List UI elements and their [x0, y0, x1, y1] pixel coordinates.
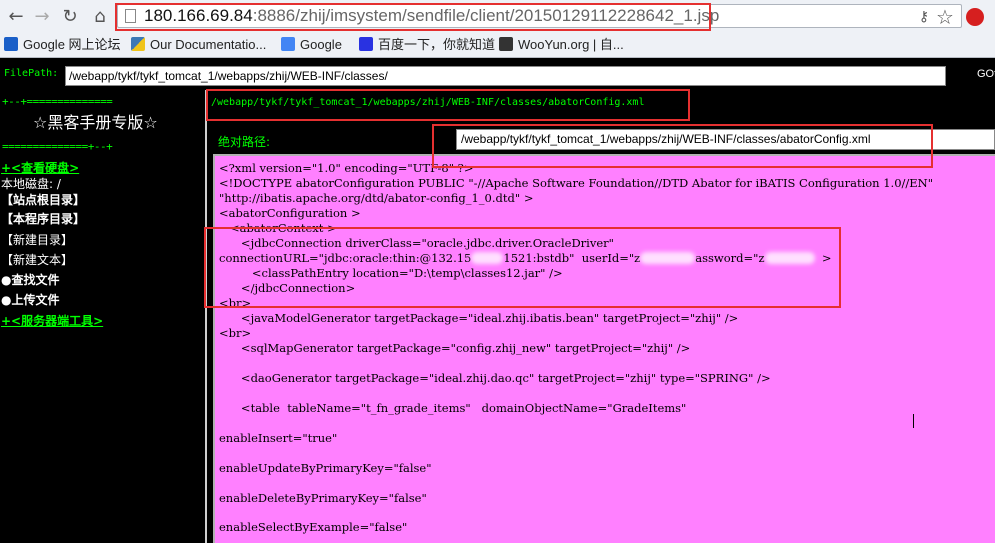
sidebar-item-view-disk[interactable]: +<查看硬盘>	[1, 159, 79, 176]
code-line: enableDeleteByPrimaryKey="false"	[219, 491, 427, 505]
reload-icon[interactable]: ↻	[58, 5, 82, 29]
code-line: <javaModelGenerator targetPackage="ideal…	[219, 311, 739, 325]
bookmark-star-icon[interactable]: ☆	[933, 5, 957, 29]
home-icon[interactable]: ⌂	[88, 5, 112, 29]
code-line: <abatorConfiguration >	[219, 206, 361, 220]
annotation-box-url	[115, 3, 711, 31]
sidebar-separator-top: +--+==============	[2, 95, 113, 108]
code-line: <daoGenerator targetPackage="ideal.zhij.…	[219, 371, 771, 385]
code-line: enableInsert="true"	[219, 431, 338, 445]
bookmark-baidu[interactable]: 百度一下，你就知道	[359, 36, 495, 54]
annotation-box-credentials	[204, 227, 841, 308]
python-icon	[131, 37, 145, 51]
code-line: <table tableName="t_fn_grade_items" doma…	[219, 401, 687, 415]
bookmark-wooyun[interactable]: WooYun.org | 自...	[499, 36, 624, 54]
google-groups-icon	[4, 37, 18, 51]
code-line: enableUpdateByPrimaryKey="false"	[219, 461, 432, 475]
code-line: <sqlMapGenerator targetPackage="config.z…	[219, 341, 691, 355]
code-line: <!DOCTYPE abatorConfiguration PUBLIC "-/…	[219, 176, 934, 190]
annotation-box-absolute-path	[432, 124, 933, 168]
forward-icon[interactable]: →	[30, 5, 54, 29]
divider	[205, 90, 207, 543]
code-line: enableSelectByExample="false"	[219, 520, 408, 534]
sidebar-item-find-file[interactable]: ●查找文件	[1, 271, 59, 288]
stop-extension-icon[interactable]	[963, 5, 987, 29]
baidu-paw-icon	[359, 37, 373, 51]
sidebar-separator-bottom: ==============+--+	[2, 140, 113, 153]
sidebar-item-local-disk: 本地磁盘: /	[1, 177, 61, 191]
sidebar-item-program-dir[interactable]: 【本程序目录】	[1, 210, 85, 227]
absolute-path-label: 绝对路径:	[218, 135, 271, 149]
sidebar-item-new-dir[interactable]: 【新建目录】	[1, 231, 73, 248]
back-icon[interactable]: ←	[4, 5, 28, 29]
sidebar: +--+============== ☆黑客手册专版☆ ============…	[0, 95, 205, 543]
filepath-input[interactable]: /webapp/tykf/tykf_tomcat_1/webapps/zhij/…	[65, 66, 946, 86]
filepath-label: FilePath:	[4, 68, 59, 79]
bookmark-documentation[interactable]: Our Documentatio...	[131, 36, 266, 54]
annotation-box-path	[206, 89, 690, 121]
bookmark-google-groups[interactable]: Google 网上论坛	[4, 36, 121, 54]
bookmark-google[interactable]: Google	[281, 36, 342, 54]
code-line: "http://ibatis.apache.org/dtd/abator-con…	[219, 191, 534, 205]
sidebar-item-new-text[interactable]: 【新建文本】	[1, 251, 73, 268]
sidebar-item-upload-file[interactable]: ●上传文件	[1, 291, 59, 308]
file-editor-textarea[interactable]: <?xml version="1.0" encoding="UTF-8" ?> …	[213, 154, 995, 543]
go-button[interactable]: GOt	[977, 68, 995, 80]
bookmarks-bar: Google 网上论坛 Our Documentatio... Google 百…	[0, 33, 995, 58]
sidebar-item-server-tools[interactable]: +<服务器端工具>	[1, 312, 103, 329]
google-icon	[281, 37, 295, 51]
code-line: <br>	[219, 326, 252, 340]
sidebar-item-site-root[interactable]: 【站点根目录】	[1, 191, 85, 208]
sidebar-title: ☆黑客手册专版☆	[33, 113, 158, 132]
wooyun-icon	[499, 37, 513, 51]
text-caret	[913, 414, 914, 428]
